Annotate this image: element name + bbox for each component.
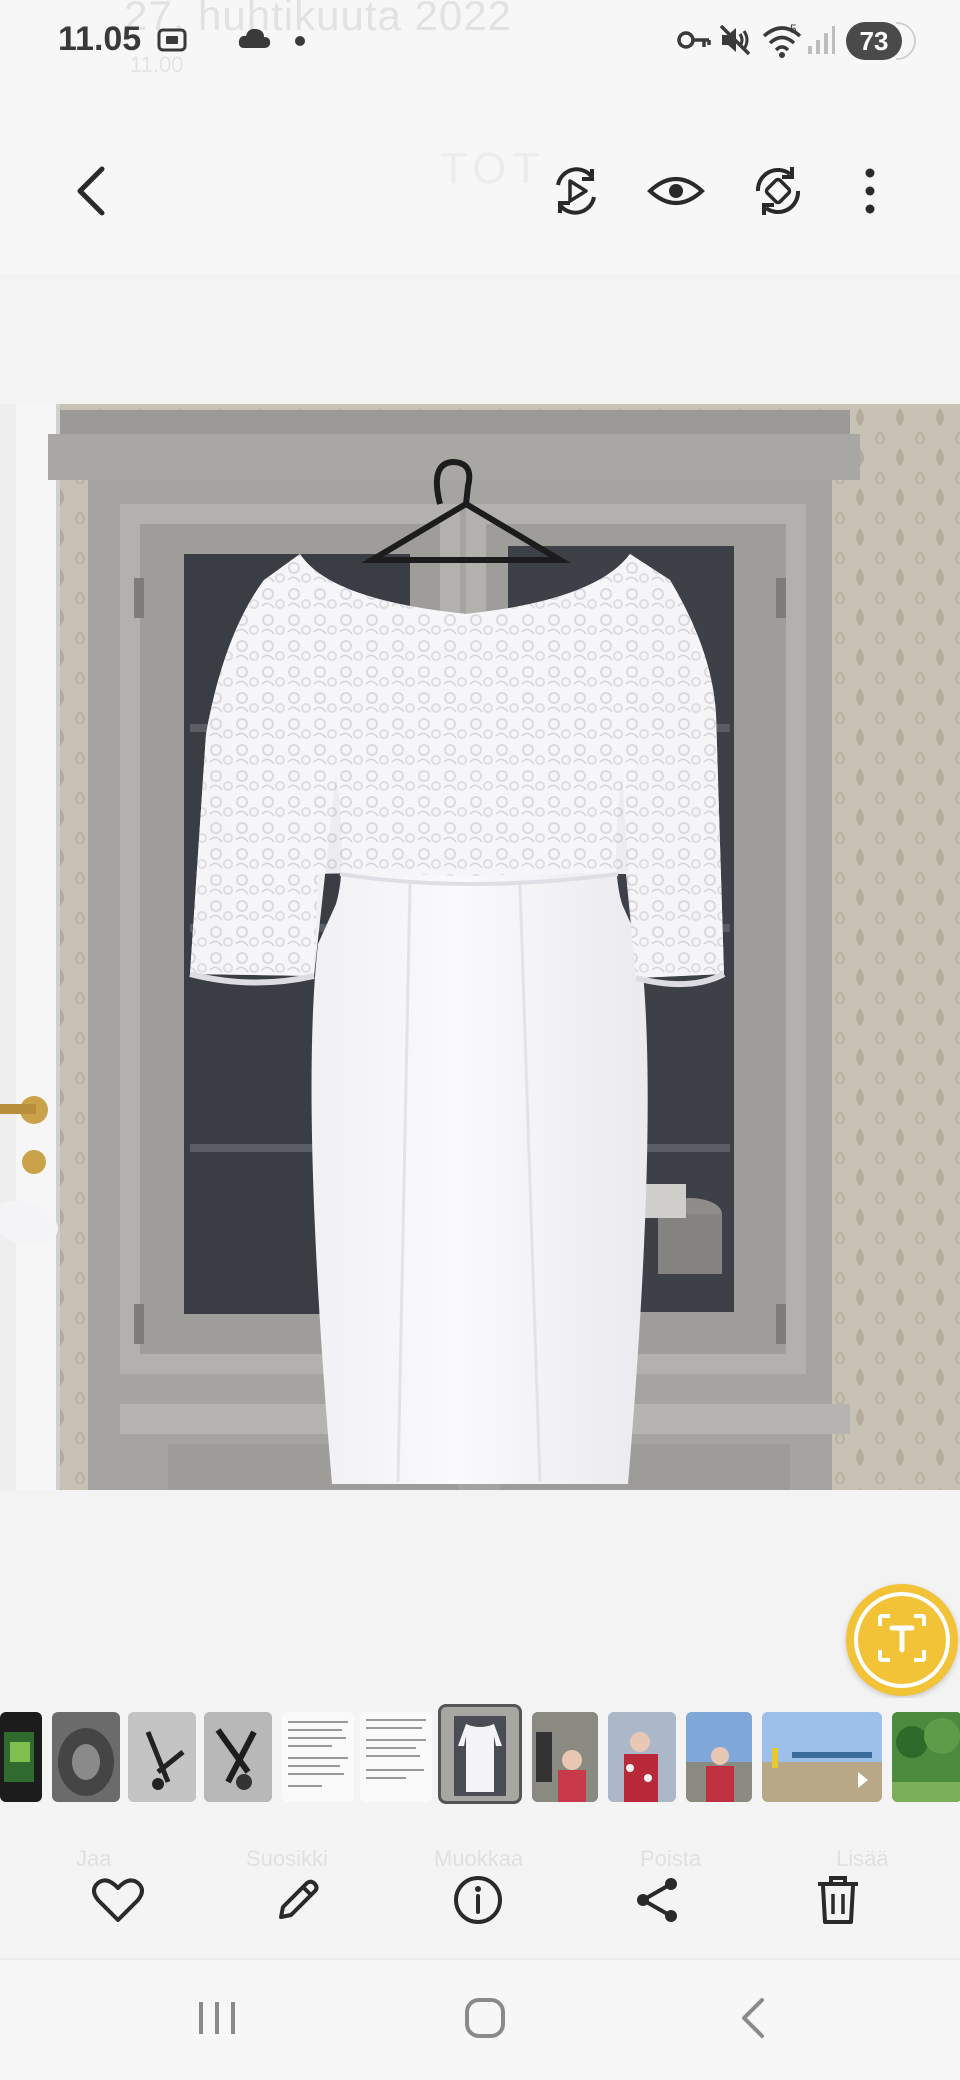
delete-button[interactable]: [798, 1862, 878, 1942]
rotate-icon: [750, 163, 806, 224]
details-button[interactable]: [438, 1862, 518, 1942]
mute-icon: [718, 22, 754, 63]
thumbnail-selected[interactable]: [438, 1704, 522, 1804]
main-photo[interactable]: [0, 404, 960, 1490]
status-clock: 11.05: [58, 20, 142, 58]
remaster-play-icon: [548, 163, 604, 224]
thumbnail[interactable]: [360, 1712, 432, 1802]
photo-viewer[interactable]: [0, 274, 960, 1698]
ghost-title-text: TOT: [440, 144, 546, 193]
thumbnail[interactable]: [762, 1712, 882, 1802]
pencil-icon: [273, 1875, 323, 1930]
share-button[interactable]: [618, 1862, 698, 1942]
eye-icon: [646, 169, 706, 218]
thumbnail[interactable]: [204, 1712, 272, 1802]
recent-apps-button[interactable]: [172, 1980, 262, 2060]
thumbnail[interactable]: [128, 1712, 196, 1802]
status-bar: 27. huhtikuuta 2022 11.00 11.05 5 73: [0, 0, 960, 84]
text-extract-icon: [872, 1608, 932, 1673]
back-button[interactable]: [52, 153, 132, 233]
dot-icon: [294, 34, 306, 52]
wifi-icon: 5: [762, 22, 802, 65]
thumbnail[interactable]: [532, 1712, 598, 1802]
thumbnail[interactable]: [282, 1712, 354, 1802]
battery-indicator: 73: [846, 22, 902, 60]
favorite-button[interactable]: [78, 1862, 158, 1942]
back-icon: [738, 1996, 768, 2045]
back-arrow-icon: [70, 163, 114, 224]
vpn-key-icon: [676, 22, 712, 63]
edit-button[interactable]: [258, 1862, 338, 1942]
more-options-button[interactable]: [830, 153, 910, 233]
recent-apps-icon: [195, 1998, 239, 2043]
remaster-play-button[interactable]: [536, 153, 616, 233]
rotate-button[interactable]: [738, 153, 818, 233]
home-button[interactable]: [440, 1980, 530, 2060]
top-toolbar: TOT: [0, 84, 960, 274]
share-icon: [633, 1875, 683, 1930]
info-icon: [452, 1874, 504, 1931]
thumbnail[interactable]: [52, 1712, 120, 1802]
trash-icon: [815, 1874, 861, 1931]
more-vert-icon: [864, 167, 876, 220]
signal-icon: [806, 22, 836, 63]
svg-text:5: 5: [790, 22, 797, 36]
heart-icon: [92, 1876, 144, 1929]
thumbnail[interactable]: [892, 1712, 960, 1802]
screenshot-icon: [154, 22, 190, 63]
text-extract-button[interactable]: [846, 1584, 958, 1696]
cloud-sync-icon: [236, 22, 274, 63]
home-icon: [463, 1996, 507, 2045]
system-back-button[interactable]: [708, 1980, 798, 2060]
system-navigation-bar: [0, 1960, 960, 2080]
view-button[interactable]: [636, 153, 716, 233]
thumbnail[interactable]: [0, 1712, 42, 1802]
thumbnail[interactable]: [686, 1712, 752, 1802]
thumbnail[interactable]: [608, 1712, 676, 1802]
bottom-action-bar: Jaa Suosikki Muokkaa Poista Lisää: [0, 1808, 960, 1958]
thumbnail-filmstrip[interactable]: [0, 1698, 960, 1808]
